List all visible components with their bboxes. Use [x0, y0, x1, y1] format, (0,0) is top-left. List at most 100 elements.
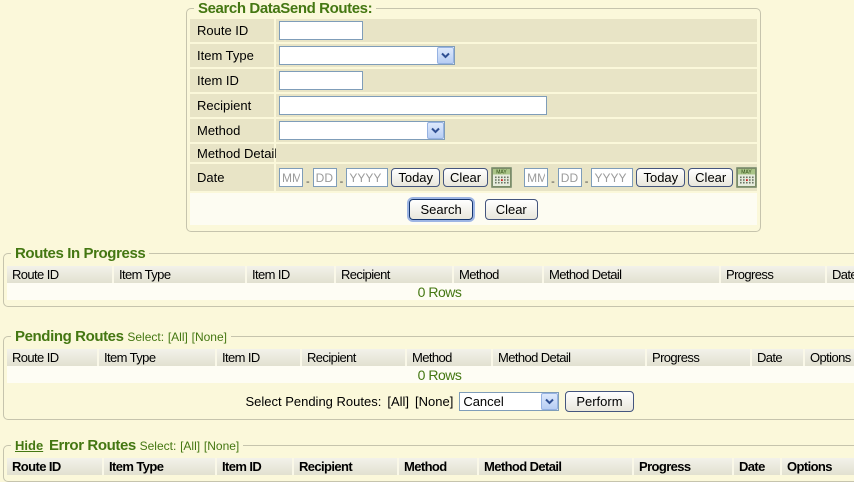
chevron-down-icon[interactable]	[437, 47, 454, 64]
calendar-icon[interactable]: MAY	[736, 167, 757, 188]
rows-count: 0 Rows	[7, 366, 854, 383]
column-header: Options	[805, 349, 854, 366]
date-to-clear-button[interactable]: Clear	[688, 168, 733, 187]
error-routes-legend: Hide Error Routes Select: [All] [None]	[11, 437, 243, 454]
column-header: Method	[407, 349, 493, 366]
error-routes-panel: Hide Error Routes Select: [All] [None] R…	[3, 437, 854, 482]
method-detail-label: Method Detail	[190, 144, 274, 162]
select-label: Select:	[127, 330, 164, 344]
column-header: Recipient	[302, 349, 407, 366]
form-row-recipient: Recipient	[190, 94, 757, 117]
item-type-label: Item Type	[190, 44, 274, 67]
date-separator: -	[551, 176, 555, 188]
svg-text:MAY: MAY	[742, 170, 753, 176]
date-from-today-button[interactable]: Today	[391, 168, 440, 187]
form-row-item-type: Item Type	[190, 44, 757, 67]
column-header: Item ID	[217, 458, 294, 475]
column-header: Method Detail	[493, 349, 647, 366]
column-header: Item ID	[217, 349, 302, 366]
date-to-mm-input[interactable]	[524, 168, 548, 187]
date-to-yyyy-input[interactable]	[591, 168, 633, 187]
select-label: Select:	[140, 439, 177, 453]
search-button[interactable]: Search	[409, 199, 472, 220]
search-panel-legend: Search DataSend Routes:	[194, 0, 376, 17]
recipient-label: Recipient	[190, 94, 274, 117]
column-header: Progress	[634, 458, 734, 475]
column-header: Route ID	[7, 266, 114, 283]
form-row-method-detail: Method Detail	[190, 144, 757, 162]
item-type-select[interactable]	[279, 46, 455, 65]
column-header: Method	[399, 458, 479, 475]
method-select[interactable]	[279, 121, 445, 140]
column-header: Date	[827, 266, 854, 283]
pending-action-select[interactable]: Cancel	[459, 392, 559, 411]
column-header: Route ID	[7, 349, 99, 366]
date-to-group: - - Today Clear MAY	[524, 167, 757, 188]
date-to-dd-input[interactable]	[558, 168, 582, 187]
pending-actions-all-link[interactable]: [All]	[387, 394, 409, 409]
method-label: Method	[190, 119, 274, 142]
column-header: Method Detail	[479, 458, 634, 475]
form-row-date: Date - - Today Clear MAY	[190, 164, 757, 191]
select-none-link[interactable]: [None]	[204, 439, 239, 453]
date-from-clear-button[interactable]: Clear	[443, 168, 488, 187]
route-id-label: Route ID	[190, 19, 274, 42]
routes-in-progress-panel: Routes In Progress Route ID Item Type It…	[3, 245, 854, 307]
pending-routes-header-row: Route ID Item Type Item ID Recipient Met…	[7, 349, 854, 366]
column-header: Item Type	[114, 266, 247, 283]
item-id-label: Item ID	[190, 69, 274, 92]
error-routes-title: Error Routes	[49, 437, 136, 454]
date-separator: -	[585, 176, 589, 188]
column-header: Date	[752, 349, 805, 366]
column-header: Route ID	[7, 458, 104, 475]
column-header: Item ID	[247, 266, 336, 283]
pending-actions-label: Select Pending Routes:	[245, 394, 381, 409]
column-header: Item Type	[99, 349, 217, 366]
pending-actions-none-link[interactable]: [None]	[415, 394, 453, 409]
column-header: Recipient	[336, 266, 454, 283]
calendar-icon[interactable]: MAY	[491, 167, 512, 188]
column-header: Options	[782, 458, 854, 475]
chevron-down-icon[interactable]	[427, 122, 444, 139]
select-all-link[interactable]: [All]	[168, 330, 188, 344]
column-header: Method Detail	[544, 266, 721, 283]
select-none-link[interactable]: [None]	[192, 330, 227, 344]
clear-button[interactable]: Clear	[485, 199, 538, 220]
item-id-input[interactable]	[279, 71, 363, 90]
date-from-mm-input[interactable]	[279, 168, 303, 187]
form-row-item-id: Item ID	[190, 69, 757, 92]
routes-in-progress-legend: Routes In Progress	[11, 245, 149, 262]
column-header: Date	[734, 458, 782, 475]
form-row-route-id: Route ID	[190, 19, 757, 42]
datasend-routes-page: { "colors": { "page_background": "#fbf8d…	[0, 0, 854, 469]
hide-link[interactable]: Hide	[15, 438, 43, 453]
recipient-input[interactable]	[279, 96, 547, 115]
search-routes-panel: Search DataSend Routes: Route ID Item Ty…	[186, 0, 761, 232]
select-all-link[interactable]: [All]	[180, 439, 200, 453]
date-separator: -	[306, 176, 310, 188]
svg-text:MAY: MAY	[496, 170, 507, 176]
date-from-group: - - Today Clear MAY	[279, 167, 512, 188]
date-to-today-button[interactable]: Today	[636, 168, 685, 187]
pending-routes-panel: Pending Routes Select: [All] [None] Rout…	[3, 328, 854, 420]
date-label: Date	[190, 164, 274, 191]
column-header: Recipient	[294, 458, 399, 475]
route-id-input[interactable]	[279, 21, 363, 40]
rows-count: 0 Rows	[7, 283, 854, 300]
form-row-method: Method	[190, 119, 757, 142]
column-header: Method	[454, 266, 544, 283]
date-separator: -	[340, 176, 344, 188]
column-header: Item Type	[104, 458, 217, 475]
pending-routes-legend: Pending Routes Select: [All] [None]	[11, 328, 231, 345]
pending-action-selected-value: Cancel	[460, 394, 503, 409]
column-header: Progress	[647, 349, 752, 366]
chevron-down-icon[interactable]	[541, 393, 558, 410]
pending-actions-bar: Select Pending Routes: [All] [None] Canc…	[7, 390, 854, 413]
routes-in-progress-header-row: Route ID Item Type Item ID Recipient Met…	[7, 266, 854, 283]
error-routes-header-row: Route ID Item Type Item ID Recipient Met…	[7, 458, 854, 475]
date-from-dd-input[interactable]	[313, 168, 337, 187]
date-from-yyyy-input[interactable]	[346, 168, 388, 187]
form-button-row: Search Clear	[190, 193, 757, 225]
perform-button[interactable]: Perform	[565, 391, 633, 412]
column-header: Progress	[721, 266, 827, 283]
